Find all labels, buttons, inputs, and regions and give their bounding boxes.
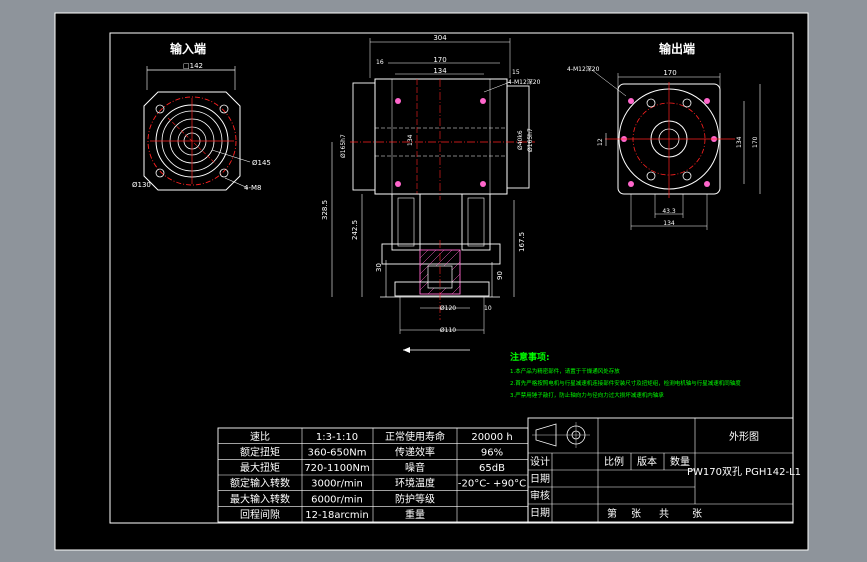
tb-version: 版本	[637, 455, 657, 468]
tb-design: 设计	[530, 455, 550, 468]
tb-date-2: 日期	[530, 507, 550, 519]
input-dim-142: □142	[183, 62, 203, 70]
front-dim-30: 30	[375, 263, 383, 272]
tb-date-1: 日期	[530, 473, 550, 485]
spec-key: 噪音	[405, 461, 425, 474]
spec-key: 最大输入转数	[230, 492, 290, 505]
spec-key: 重量	[405, 508, 425, 521]
spec-key: 正常使用寿命	[385, 430, 445, 443]
spec-key: 传递效率	[395, 446, 435, 459]
spec-value: 720-1100Nm	[304, 463, 369, 474]
front-dim-328: 328.5	[321, 200, 329, 220]
output-dim-170-v: 170	[752, 136, 759, 148]
spec-key: 额定扭矩	[240, 446, 280, 459]
spec-key: 最大扭矩	[240, 461, 280, 474]
spec-value: 96%	[481, 448, 503, 459]
spec-key: 环境温度	[395, 477, 435, 490]
front-dim-15: 15	[512, 69, 520, 76]
front-dim-165-r: Ø165h7	[527, 128, 534, 152]
spec-value: 20000 h	[471, 432, 512, 443]
input-view-title: 输入端	[170, 41, 206, 56]
spec-key: 额定输入转数	[230, 477, 290, 490]
notes-title: 注意事项:	[510, 351, 550, 363]
tb-total-unit: 张	[692, 508, 702, 520]
tb-scale: 比例	[604, 455, 624, 468]
tb-model: PW170双孔 PGH142-L1	[687, 466, 801, 478]
drawing-name: 外形图	[729, 431, 759, 443]
front-dim-90: 90	[496, 271, 504, 280]
tb-review: 审核	[530, 489, 550, 502]
spec-key: 回程间隙	[240, 508, 280, 521]
front-dim-242: 242.5	[351, 220, 359, 240]
output-view-title: 输出端	[659, 41, 695, 56]
cad-drawing: 输入端 □142 Ø145 4-M8 Ø130 304 170 134 16 1…	[54, 12, 809, 551]
output-dim-170: 170	[663, 69, 676, 77]
front-dim-holes: 4-M12深20	[508, 78, 541, 86]
note-item-3: 3.严禁用锤子敲打，防止轴向力与径向力过大损坏减速机内轴承	[510, 391, 664, 399]
note-item-1: 1.本产品为精密部件，请置于干燥通风处存放	[510, 367, 620, 375]
spec-value: 12-18arcmin	[305, 510, 368, 521]
spec-key: 速比	[250, 431, 270, 443]
spec-value: 360-650Nm	[307, 448, 366, 459]
note-item-2: 2.首先严格按照电机与行星减速机连接部件安装尺寸及扭矩组，检测电机轴与行星减速机…	[510, 379, 741, 387]
front-dim-120: Ø120	[440, 305, 456, 312]
spec-value: 1:3-1:10	[316, 432, 358, 443]
input-dim-145: Ø145	[252, 159, 271, 167]
spec-value: 65dB	[479, 463, 505, 474]
spec-value: -20°C- +90°C	[458, 479, 526, 490]
front-dim-134: 134	[433, 67, 447, 75]
output-dim-12: 12	[597, 138, 604, 146]
tb-total: 共	[659, 508, 669, 520]
front-dim-167: 167.5	[518, 232, 526, 252]
front-dim-40: Ø40k6	[517, 130, 524, 150]
front-dim-165-l: Ø165h7	[340, 134, 347, 158]
spec-value: 6000r/min	[311, 494, 363, 505]
front-dim-134-v: 134	[407, 134, 414, 146]
output-dim-134: 134	[663, 220, 675, 227]
tb-sheet-unit: 张	[631, 508, 641, 520]
spec-value: 3000r/min	[311, 479, 363, 490]
tb-sheet: 第	[607, 507, 617, 520]
input-dim-holes: 4-M8	[244, 184, 261, 192]
front-dim-16: 16	[376, 59, 384, 66]
front-dim-110: Ø110	[440, 327, 456, 334]
output-dim-holes: 4-M12深20	[567, 65, 600, 73]
spec-key: 防护等级	[395, 492, 435, 505]
front-dim-10: 10	[484, 305, 492, 312]
front-dim-304: 304	[433, 34, 447, 42]
input-dim-130: Ø130	[132, 181, 151, 189]
output-dim-134-v: 134	[736, 136, 743, 148]
output-dim-43: 43.3	[662, 208, 676, 215]
front-dim-170: 170	[433, 56, 446, 64]
